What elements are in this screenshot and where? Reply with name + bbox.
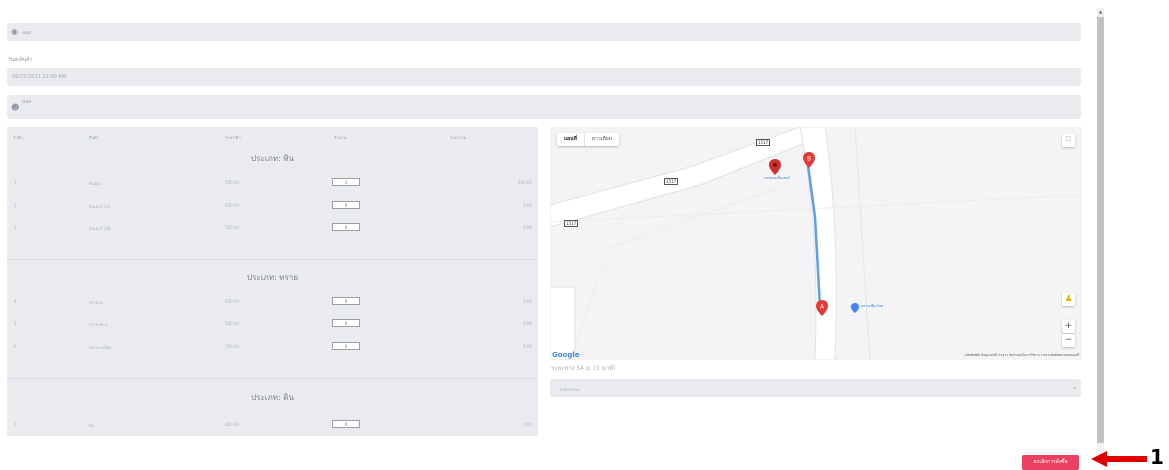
user-icon: ☻ bbox=[11, 103, 20, 112]
vehicle-select-value: รถบัสกระบะ bbox=[559, 387, 580, 392]
poi-label: แสงทองเซ็นเตอร์ bbox=[764, 176, 790, 180]
row-no: 3 bbox=[14, 225, 17, 230]
row-price: 600.00 bbox=[225, 203, 239, 208]
row-price: 400.00 bbox=[225, 422, 239, 427]
row-price: 700.00 bbox=[225, 344, 239, 349]
row-price: 700.00 bbox=[225, 225, 239, 230]
pegman-icon[interactable]: ♟ bbox=[1062, 293, 1075, 306]
annotation-step-number: 1 bbox=[1150, 445, 1164, 469]
row-no: 6 bbox=[14, 344, 17, 349]
row-name: ทรายละเอียด bbox=[89, 345, 112, 350]
poi-blue-pin-icon[interactable] bbox=[851, 303, 859, 313]
map-type-map[interactable]: แผนที่ bbox=[557, 133, 584, 146]
quantity-input[interactable]: 0 bbox=[332, 319, 360, 327]
vehicle-select[interactable]: รถบัสกระบะ ⌄ bbox=[550, 379, 1081, 397]
row-price: 500.00 bbox=[225, 321, 239, 326]
row-no: 7 bbox=[14, 422, 17, 427]
map-type-toggle[interactable]: แผนที่ ดาวเทียม bbox=[557, 133, 619, 146]
row-price: 600.00 bbox=[225, 299, 239, 304]
row-no: 1 bbox=[14, 180, 17, 185]
row-total: 0.00 bbox=[523, 321, 532, 326]
section-title: ประเภท: ทราย bbox=[247, 273, 298, 282]
row-name: ทรายถม bbox=[89, 300, 104, 305]
top-field-value: aaa bbox=[22, 30, 32, 36]
row-name: ทรายหยาบ bbox=[89, 322, 109, 327]
cancel-order-button[interactable]: ยกเลิกการสั่งซื้อ bbox=[1022, 455, 1079, 470]
scroll-up-arrow-icon[interactable]: ▲ bbox=[1097, 8, 1104, 16]
row-name: หินคลุก bbox=[89, 181, 102, 186]
row-name: หินเบอร์ 3/8 bbox=[89, 226, 111, 231]
scrollbar-thumb[interactable] bbox=[1097, 17, 1104, 443]
map-attribution[interactable]: แป้นพิมพ์ลัด ข้อมูลแผนที่ ©2021 ข้อกำหนด… bbox=[965, 353, 1079, 358]
header-qty: จำนวน bbox=[334, 135, 347, 140]
section-title: ประเภท: หิน bbox=[251, 154, 294, 163]
map-roads bbox=[550, 127, 1082, 360]
product-table: ลำดับ สินค้า ราคา/คิว จำนวน ราคารวม ประเ… bbox=[7, 127, 538, 436]
section-divider bbox=[7, 378, 538, 379]
fullscreen-icon[interactable]: ⛶ bbox=[1062, 134, 1075, 147]
row-name: หินเบอร์ 3/4 bbox=[89, 204, 111, 209]
marker-a-pin[interactable]: A bbox=[816, 300, 828, 316]
camera-icon: ◉ bbox=[11, 27, 18, 36]
row-no: 2 bbox=[14, 203, 17, 208]
distance-text: ระยะทาง 54 ม. (1 นาที) bbox=[551, 365, 616, 372]
date-label: วันส่งสินค้า bbox=[8, 57, 33, 63]
top-field[interactable]: ◉ aaa bbox=[7, 23, 1081, 41]
quantity-input[interactable]: 0 bbox=[332, 420, 360, 428]
row-total: 0.00 bbox=[523, 299, 532, 304]
quantity-input[interactable]: 0 bbox=[332, 201, 360, 209]
quantity-input[interactable]: 0 bbox=[332, 342, 360, 350]
row-price: 500.00 bbox=[225, 180, 239, 185]
marker-b-pin[interactable]: B bbox=[803, 152, 815, 168]
header-no: ลำดับ bbox=[13, 135, 23, 140]
row-no: 4 bbox=[14, 299, 17, 304]
person-value: aaa bbox=[22, 99, 32, 105]
row-total: 0.00 bbox=[523, 344, 532, 349]
route-map[interactable]: แผนที่ ดาวเทียม 1517 1517 1517 B A แสงทอ… bbox=[550, 127, 1082, 360]
quantity-input[interactable]: 1 bbox=[332, 178, 360, 186]
date-value: 09/25/2021 12:00 AM bbox=[12, 74, 67, 80]
google-logo: Google bbox=[552, 351, 580, 359]
date-field[interactable]: 09/25/2021 12:00 AM bbox=[7, 68, 1081, 86]
map-type-satellite[interactable]: ดาวเทียม bbox=[583, 133, 619, 146]
marker-b-label: B bbox=[807, 156, 811, 163]
chevron-down-icon: ⌄ bbox=[1071, 384, 1077, 391]
row-total: 0.00 bbox=[523, 225, 532, 230]
row-total: 500.00 bbox=[518, 180, 532, 185]
poi-label: ตลาดเชียงใหม่ bbox=[861, 304, 884, 308]
zoom-out-button[interactable]: − bbox=[1062, 334, 1075, 347]
zoom-in-button[interactable]: + bbox=[1062, 320, 1075, 333]
road-label: 1517 bbox=[664, 178, 679, 185]
header-total: ราคารวม bbox=[450, 135, 467, 140]
quantity-input[interactable]: 0 bbox=[332, 223, 360, 231]
row-name: ดิน bbox=[89, 423, 95, 428]
person-field[interactable]: ☻ aaa bbox=[7, 95, 1081, 119]
header-price: ราคา/คิว bbox=[225, 135, 241, 140]
poi-pin-icon[interactable] bbox=[769, 159, 781, 175]
row-total: 0.00 bbox=[523, 422, 532, 427]
header-product: สินค้า bbox=[89, 135, 100, 140]
section-title: ประเภท: ดิน bbox=[251, 393, 294, 402]
road-label: 1517 bbox=[756, 139, 771, 146]
row-no: 5 bbox=[14, 321, 17, 326]
quantity-input[interactable]: 0 bbox=[332, 297, 360, 305]
road-label: 1517 bbox=[564, 220, 579, 227]
section-divider bbox=[7, 259, 538, 260]
row-total: 0.00 bbox=[523, 203, 532, 208]
